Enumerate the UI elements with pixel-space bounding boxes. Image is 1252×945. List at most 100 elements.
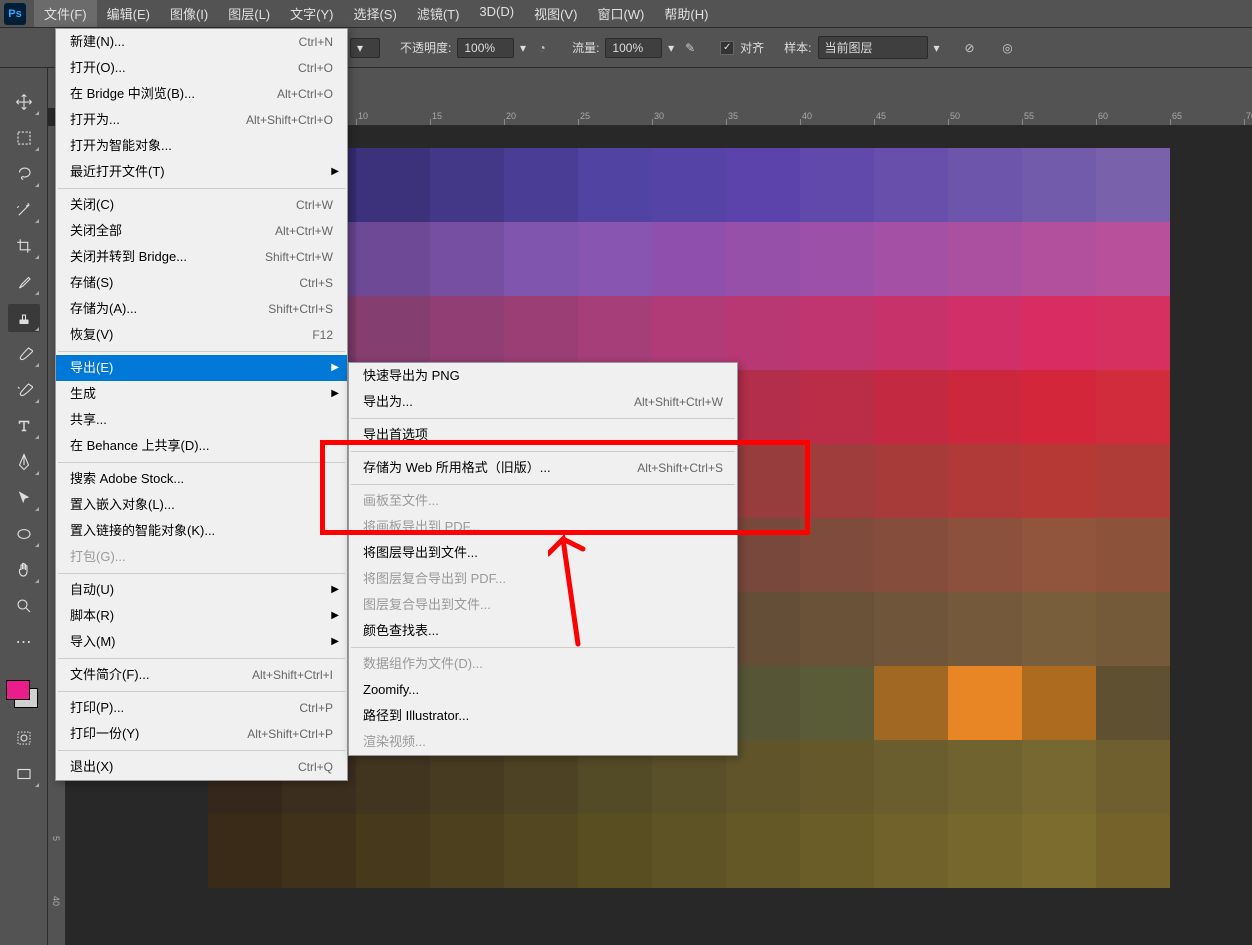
app-logo: Ps bbox=[4, 3, 26, 25]
menu-滤镜[interactable]: 滤镜(T) bbox=[407, 0, 470, 27]
menu-窗口[interactable]: 窗口(W) bbox=[587, 0, 654, 27]
file-menu-item-7[interactable]: 关闭(C)Ctrl+W bbox=[56, 192, 347, 218]
file-menu-item-5[interactable]: 最近打开文件(T)▶ bbox=[56, 159, 347, 185]
brush-preset-select[interactable]: ▾ bbox=[350, 38, 380, 58]
file-menu-item-8[interactable]: 关闭全部Alt+Ctrl+W bbox=[56, 218, 347, 244]
history-brush-tool[interactable] bbox=[8, 376, 40, 404]
clone-stamp-tool[interactable] bbox=[8, 304, 40, 332]
menu-图像[interactable]: 图像(I) bbox=[160, 0, 218, 27]
file-menu-item-14[interactable]: 导出(E)▶ bbox=[56, 355, 347, 381]
menu-item-label: 恢复(V) bbox=[70, 326, 113, 344]
menu-item-label: 打开为... bbox=[70, 111, 120, 129]
export-menu-item-10: 将图层复合导出到 PDF... bbox=[349, 566, 737, 592]
flow-value[interactable]: 100% bbox=[605, 38, 662, 58]
menu-item-label: 打开(O)... bbox=[70, 59, 126, 77]
crop-tool[interactable] bbox=[8, 232, 40, 260]
ignore-adjustment-icon[interactable]: ⊘ bbox=[960, 38, 980, 58]
file-menu-item-16[interactable]: 共享... bbox=[56, 407, 347, 433]
pressure-opacity-icon[interactable]: ◔ bbox=[532, 38, 552, 58]
ruler-mark: 60 bbox=[1098, 111, 1108, 121]
menu-文字[interactable]: 文字(Y) bbox=[280, 0, 343, 27]
type-tool[interactable] bbox=[8, 412, 40, 440]
file-menu-item-11[interactable]: 存储为(A)...Shift+Ctrl+S bbox=[56, 296, 347, 322]
menu-文件[interactable]: 文件(F) bbox=[34, 0, 97, 27]
file-menu-item-17[interactable]: 在 Behance 上共享(D)... bbox=[56, 433, 347, 459]
menu-图层[interactable]: 图层(L) bbox=[218, 0, 280, 27]
file-menu-item-33[interactable]: 退出(X)Ctrl+Q bbox=[56, 754, 347, 780]
marquee-tool[interactable] bbox=[8, 124, 40, 152]
menu-item-shortcut: Alt+Shift+Ctrl+P bbox=[247, 725, 333, 743]
export-menu-item-16[interactable]: 路径到 Illustrator... bbox=[349, 703, 737, 729]
ruler-mark: 50 bbox=[950, 111, 960, 121]
export-menu-item-3[interactable]: 导出首选项 bbox=[349, 422, 737, 448]
export-menu-item-5[interactable]: 存储为 Web 所用格式（旧版）...Alt+Shift+Ctrl+S bbox=[349, 455, 737, 481]
file-menu-item-30[interactable]: 打印(P)...Ctrl+P bbox=[56, 695, 347, 721]
file-menu-item-25[interactable]: 脚本(R)▶ bbox=[56, 603, 347, 629]
export-menu-item-9[interactable]: 将图层导出到文件... bbox=[349, 540, 737, 566]
quick-mask-tool[interactable] bbox=[8, 724, 40, 752]
pen-tool[interactable] bbox=[8, 448, 40, 476]
sample-chevron-icon[interactable]: ▾ bbox=[934, 41, 940, 55]
menu-item-label: 共享... bbox=[70, 411, 107, 429]
file-menu-item-21[interactable]: 置入链接的智能对象(K)... bbox=[56, 518, 347, 544]
flow-chevron-icon[interactable]: ▾ bbox=[668, 41, 674, 55]
file-menu-item-12[interactable]: 恢复(V)F12 bbox=[56, 322, 347, 348]
export-submenu: 快速导出为 PNG导出为...Alt+Shift+Ctrl+W 导出首选项存储为 … bbox=[348, 362, 738, 756]
menu-视图[interactable]: 视图(V) bbox=[524, 0, 587, 27]
submenu-arrow-icon: ▶ bbox=[331, 385, 339, 403]
file-menu-item-9[interactable]: 关闭并转到 Bridge...Shift+Ctrl+W bbox=[56, 244, 347, 270]
ruler-mark: 45 bbox=[876, 111, 886, 121]
lasso-tool[interactable] bbox=[8, 160, 40, 188]
export-menu-item-0[interactable]: 快速导出为 PNG bbox=[349, 363, 737, 389]
menu-帮助[interactable]: 帮助(H) bbox=[654, 0, 718, 27]
ellipse-tool[interactable] bbox=[8, 520, 40, 548]
file-menu-item-0[interactable]: 新建(N)...Ctrl+N bbox=[56, 29, 347, 55]
sample-select[interactable]: 当前图层 bbox=[818, 36, 928, 59]
screen-mode-tool[interactable] bbox=[8, 760, 40, 788]
file-menu-item-31[interactable]: 打印一份(Y)Alt+Shift+Ctrl+P bbox=[56, 721, 347, 747]
export-menu-item-1[interactable]: 导出为...Alt+Shift+Ctrl+W bbox=[349, 389, 737, 415]
file-menu-item-2[interactable]: 在 Bridge 中浏览(B)...Alt+Ctrl+O bbox=[56, 81, 347, 107]
path-selection-tool[interactable] bbox=[8, 484, 40, 512]
magic-wand-tool[interactable] bbox=[8, 196, 40, 224]
eyedropper-tool[interactable] bbox=[8, 268, 40, 296]
airbrush-icon[interactable]: ✎ bbox=[680, 38, 700, 58]
menu-item-label: 文件简介(F)... bbox=[70, 666, 149, 684]
file-menu-item-19[interactable]: 搜索 Adobe Stock... bbox=[56, 466, 347, 492]
move-tool[interactable] bbox=[8, 88, 40, 116]
align-checkbox[interactable]: ✓ bbox=[720, 41, 734, 55]
menu-item-label: 存储(S) bbox=[70, 274, 113, 292]
file-menu-item-15[interactable]: 生成 ▶ bbox=[56, 381, 347, 407]
file-menu-item-28[interactable]: 文件简介(F)...Alt+Shift+Ctrl+I bbox=[56, 662, 347, 688]
file-menu-item-3[interactable]: 打开为...Alt+Shift+Ctrl+O bbox=[56, 107, 347, 133]
toolbar: ⋯ bbox=[0, 68, 48, 945]
ruler-mark: 10 bbox=[358, 111, 368, 121]
menu-item-label: 置入嵌入对象(L)... bbox=[70, 496, 175, 514]
edit-toolbar[interactable]: ⋯ bbox=[8, 628, 40, 656]
opacity-value[interactable]: 100% bbox=[457, 38, 514, 58]
file-menu-item-4[interactable]: 打开为智能对象... bbox=[56, 133, 347, 159]
menu-item-label: 关闭并转到 Bridge... bbox=[70, 248, 187, 266]
menu-选择[interactable]: 选择(S) bbox=[343, 0, 406, 27]
menu-3d[interactable]: 3D(D) bbox=[469, 0, 524, 27]
hand-tool[interactable] bbox=[8, 556, 40, 584]
opacity-chevron-icon[interactable]: ▾ bbox=[520, 41, 526, 55]
menu-item-label: 导出(E) bbox=[70, 359, 113, 377]
menu-item-label: 打包(G)... bbox=[70, 548, 126, 566]
export-menu-item-15[interactable]: Zoomify... bbox=[349, 677, 737, 703]
zoom-tool[interactable] bbox=[8, 592, 40, 620]
file-menu-item-24[interactable]: 自动(U)▶ bbox=[56, 577, 347, 603]
menu-编辑[interactable]: 编辑(E) bbox=[97, 0, 160, 27]
menu-item-shortcut: Shift+Ctrl+S bbox=[268, 300, 333, 318]
menu-item-label: 打开为智能对象... bbox=[70, 137, 172, 155]
brush-tool[interactable] bbox=[8, 340, 40, 368]
menu-item-label: 将画板导出到 PDF... bbox=[363, 518, 480, 536]
menu-item-label: 生成 bbox=[70, 385, 96, 403]
file-menu-item-26[interactable]: 导入(M)▶ bbox=[56, 629, 347, 655]
export-menu-item-12[interactable]: 颜色查找表... bbox=[349, 618, 737, 644]
foreground-color[interactable] bbox=[6, 680, 30, 700]
pressure-size-icon[interactable]: ◎ bbox=[998, 38, 1018, 58]
file-menu-item-1[interactable]: 打开(O)...Ctrl+O bbox=[56, 55, 347, 81]
file-menu-item-20[interactable]: 置入嵌入对象(L)... bbox=[56, 492, 347, 518]
file-menu-item-10[interactable]: 存储(S)Ctrl+S bbox=[56, 270, 347, 296]
